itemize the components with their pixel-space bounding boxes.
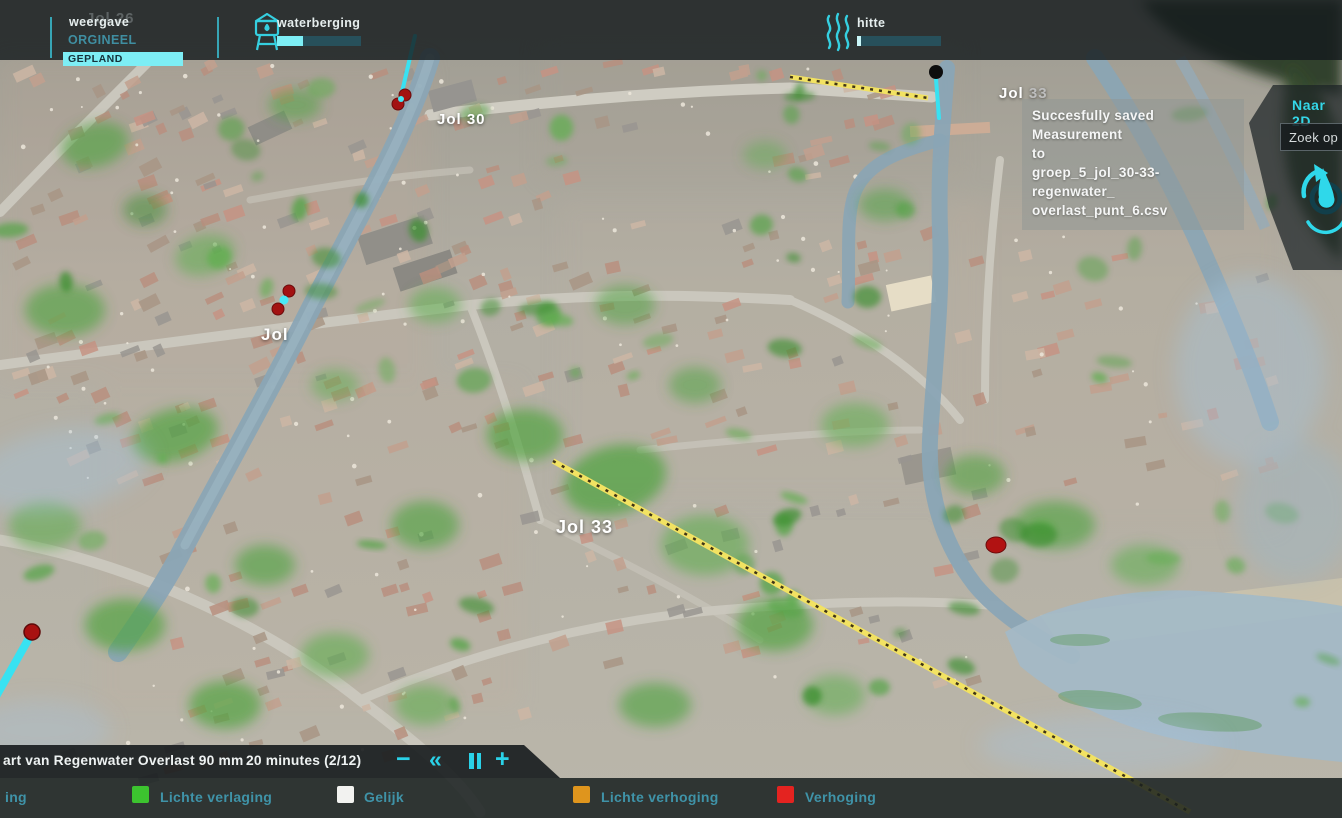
- legend-label-lichte-verlaging: Lichte verlaging: [160, 789, 272, 805]
- measure-point-red: [24, 624, 40, 640]
- toolbar-divider: [50, 17, 52, 58]
- speed-plus-button[interactable]: +: [495, 747, 510, 772]
- view-option-origineel[interactable]: ORGINEEL: [68, 33, 136, 47]
- measure-point-red: [986, 537, 1006, 553]
- hitte-label: hitte: [857, 16, 885, 30]
- legend-bar: ing Lichte verlaging Gelijk Lichte verho…: [0, 778, 1342, 818]
- legend-label-lichte-verhoging: Lichte verhoging: [601, 789, 719, 805]
- toast-notification: Succesfully saved Measurement to groep_5…: [1022, 99, 1244, 230]
- toast-line: to: [1032, 144, 1234, 163]
- search-input[interactable]: [1280, 123, 1342, 151]
- measure-point-red: [283, 285, 295, 297]
- heat-waves-icon: [823, 12, 855, 54]
- waterberging-label: waterberging: [277, 16, 360, 30]
- toast-line: Succesfully saved Measurement: [1032, 106, 1234, 144]
- legend-label-verlaging-clipped: ing: [5, 789, 27, 805]
- speed-minus-button[interactable]: −: [396, 747, 411, 772]
- toolbar-divider: [217, 17, 219, 58]
- measure-point-red: [272, 303, 284, 315]
- legend-swatch-lichte-verhoging: [573, 786, 590, 803]
- map-label-jol33: Jol 33: [556, 517, 613, 538]
- timeline-bar: art van Regenwater Overlast 90 mm 20 min…: [0, 745, 560, 778]
- hitte-slider[interactable]: [857, 36, 941, 46]
- map-label-jol: Jol: [261, 325, 289, 345]
- view-option-gepland[interactable]: GEPLAND: [63, 52, 183, 66]
- toast-line: groep_5_jol_30-33-regenwater_: [1032, 163, 1234, 201]
- legend-swatch-gelijk: [337, 786, 354, 803]
- rewind-icon[interactable]: «: [429, 748, 442, 771]
- weergave-label: weergave: [69, 15, 129, 29]
- toast-line: overlast_punt_6.csv: [1032, 201, 1234, 220]
- top-toolbar: Jol 26 weergave ORGINEEL GEPLAND waterbe…: [0, 0, 1342, 60]
- legend-label-verhoging: Verhoging: [805, 789, 876, 805]
- map-label-jol30: Jol 30: [437, 111, 486, 128]
- compass-rotate-icon[interactable]: [1296, 160, 1342, 250]
- legend-label-gelijk: Gelijk: [364, 789, 404, 805]
- timeline-title: art van Regenwater Overlast 90 mm: [3, 753, 244, 768]
- pause-icon[interactable]: [469, 753, 484, 774]
- timeline-time: 20 minutes (2/12): [246, 753, 361, 768]
- waterberging-slider-fill: [277, 36, 303, 46]
- legend-swatch-lichte-verlaging: [132, 786, 149, 803]
- app-root: Jol 30 Jol Jol 33 Jol 33 Succesfully sav…: [0, 0, 1342, 818]
- hitte-slider-fill: [857, 36, 861, 46]
- legend-swatch-verhoging: [777, 786, 794, 803]
- measure-point-black: [929, 65, 943, 79]
- waterberging-slider[interactable]: [277, 36, 361, 46]
